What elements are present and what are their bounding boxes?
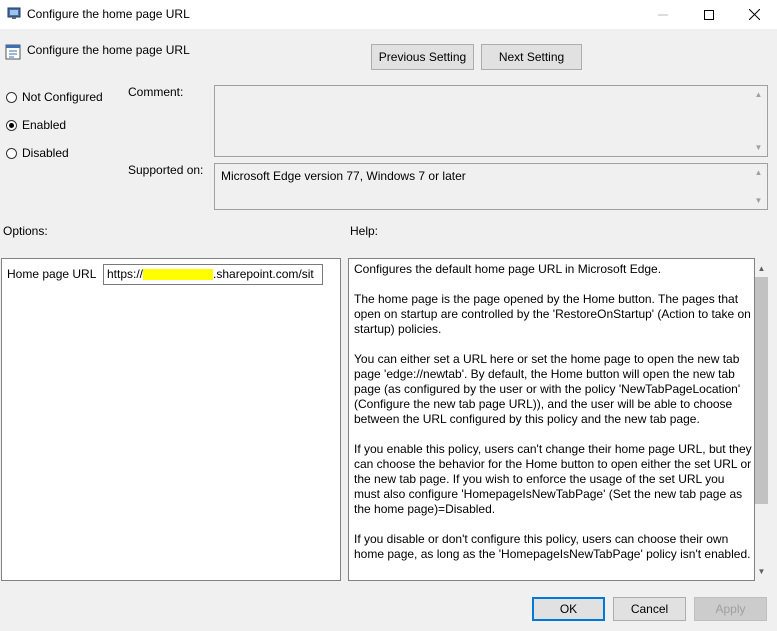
scroll-down-icon[interactable]: ▼ (750, 192, 767, 209)
comment-label: Comment: (128, 85, 184, 99)
scrollbar-thumb[interactable] (755, 277, 768, 504)
maximize-icon (704, 9, 714, 20)
minimize-icon (658, 14, 668, 15)
help-scrollbar[interactable]: ▲ ▼ (753, 260, 770, 580)
ok-button[interactable]: OK (532, 597, 605, 621)
previous-setting-button[interactable]: Previous Setting (371, 44, 474, 70)
radio-label: Enabled (22, 118, 67, 132)
radio-not-configured[interactable]: Not Configured (6, 88, 126, 106)
close-icon (748, 9, 760, 20)
radio-circle (6, 147, 17, 159)
policy-app-icon (7, 7, 21, 19)
radio-label: Not Configured (22, 90, 103, 104)
supported-scrollbar[interactable]: ▲ ▼ (750, 164, 767, 209)
redaction-mark (143, 269, 214, 281)
maximize-button[interactable] (686, 0, 732, 29)
scroll-down-icon[interactable]: ▼ (750, 139, 767, 156)
close-button[interactable] (731, 0, 777, 29)
home-page-url-label: Home page URL (7, 267, 97, 281)
radio-disabled[interactable]: Disabled (6, 144, 126, 162)
help-paragraph: The home page is the page opened by the … (354, 292, 751, 336)
help-paragraph: If you disable or don't configure this p… (354, 532, 751, 561)
window-title: Configure the home page URL (27, 7, 190, 21)
help-label: Help: (350, 224, 379, 238)
options-panel (1, 258, 341, 581)
cancel-button[interactable]: Cancel (613, 597, 686, 621)
supported-on-label: Supported on: (128, 163, 204, 177)
minimize-button[interactable] (640, 0, 686, 29)
comment-scrollbar[interactable]: ▲ ▼ (750, 86, 767, 156)
help-paragraph: Configures the default home page URL in … (354, 262, 662, 276)
setting-title: Configure the home page URL (27, 43, 190, 57)
scroll-down-icon[interactable]: ▼ (753, 563, 770, 580)
comment-textarea[interactable]: ▲ ▼ (214, 85, 768, 157)
next-setting-button[interactable]: Next Setting (481, 44, 582, 70)
supported-on-value: Microsoft Edge version 77, Windows 7 or … (221, 169, 466, 183)
url-suffix: .sharepoint.com/sit (213, 267, 314, 281)
scroll-up-icon[interactable]: ▲ (750, 86, 767, 103)
scroll-up-icon[interactable]: ▲ (753, 260, 770, 277)
radio-label: Disabled (22, 146, 69, 160)
supported-on-textarea: Microsoft Edge version 77, Windows 7 or … (214, 163, 768, 210)
help-text: Configures the default home page URL in … (354, 262, 752, 577)
help-paragraph: If you enable this policy, users can't c… (354, 442, 752, 516)
policy-setting-icon (5, 44, 21, 60)
home-page-url-input[interactable]: https:// .sharepoint.com/sit (103, 264, 323, 285)
radio-circle (6, 91, 17, 103)
radio-enabled[interactable]: Enabled (6, 116, 126, 134)
scroll-up-icon[interactable]: ▲ (750, 164, 767, 181)
radio-circle-selected (6, 119, 17, 131)
help-paragraph: You can either set a URL here or set the… (354, 352, 741, 426)
options-label: Options: (3, 224, 48, 238)
apply-button[interactable]: Apply (694, 597, 767, 621)
url-prefix: https:// (107, 267, 144, 281)
